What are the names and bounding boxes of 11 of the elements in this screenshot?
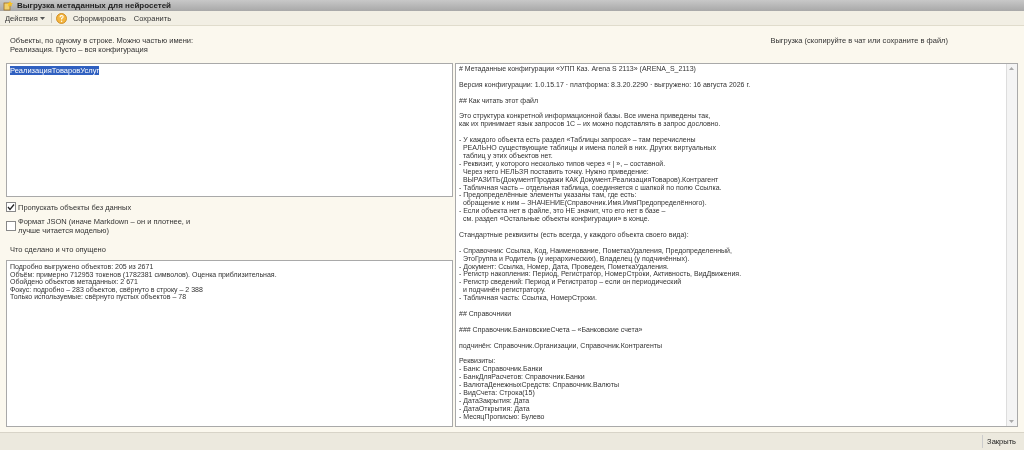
- help-icon[interactable]: [55, 12, 67, 24]
- report-field[interactable]: [6, 260, 453, 427]
- window-title: Выгрузка метаданных для нейросетей: [17, 1, 172, 10]
- output-field[interactable]: [455, 63, 1018, 427]
- checkbox[interactable]: [6, 202, 16, 212]
- caret-icon: [39, 16, 45, 21]
- checkbox[interactable]: [6, 221, 16, 231]
- app-icon: [3, 0, 13, 11]
- scroll-up-icon[interactable]: [1007, 64, 1016, 73]
- scrollbar[interactable]: [1006, 64, 1017, 426]
- scroll-down-icon[interactable]: [1007, 417, 1016, 426]
